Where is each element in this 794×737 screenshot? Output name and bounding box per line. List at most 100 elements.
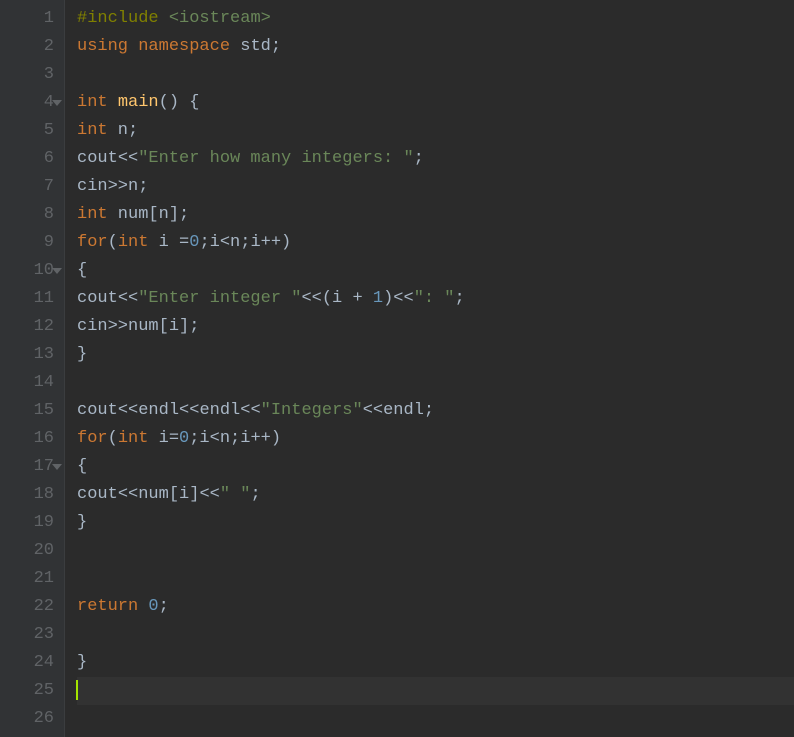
line-number-gutter[interactable]: 1234567891011121314151617181920212223242… <box>0 0 65 737</box>
line-number[interactable]: 21 <box>5 565 54 593</box>
code-token <box>230 37 240 56</box>
code-line[interactable]: cin>>num[i]; <box>77 313 794 341</box>
code-token: int <box>77 205 108 224</box>
code-line[interactable] <box>77 621 794 649</box>
fold-marker-icon[interactable] <box>52 268 62 274</box>
code-token: int <box>118 429 149 448</box>
line-number[interactable]: 8 <box>5 201 54 229</box>
code-token: << <box>179 401 199 420</box>
code-token: num[i]; <box>128 317 199 336</box>
code-line[interactable] <box>77 677 794 705</box>
code-token: cout <box>77 485 118 504</box>
code-line[interactable]: cout<<"Enter integer "<<(i + 1)<<": "; <box>77 285 794 313</box>
line-number[interactable]: 5 <box>5 117 54 145</box>
code-token: using <box>77 37 128 56</box>
code-token: << <box>199 485 219 504</box>
code-line[interactable] <box>77 61 794 89</box>
code-line[interactable] <box>77 565 794 593</box>
line-number[interactable]: 1 <box>5 5 54 33</box>
code-token: "Enter how many integers: " <box>138 149 413 168</box>
code-line[interactable]: int main() { <box>77 89 794 117</box>
code-token: << <box>118 149 138 168</box>
line-number[interactable]: 25 <box>5 677 54 705</box>
line-number[interactable]: 12 <box>5 313 54 341</box>
code-line[interactable]: cout<<endl<<endl<<"Integers"<<endl; <box>77 397 794 425</box>
code-token: << <box>363 401 383 420</box>
code-token: int <box>77 93 108 112</box>
line-number[interactable]: 4 <box>5 89 54 117</box>
code-token: } <box>77 513 87 532</box>
code-editor[interactable]: #include <iostream>using namespace std;i… <box>65 0 794 737</box>
code-token: #include <box>77 9 159 28</box>
code-token: endl <box>138 401 179 420</box>
fold-marker-icon[interactable] <box>52 100 62 106</box>
code-token: i = <box>148 233 189 252</box>
code-token: <<(i + <box>301 289 372 308</box>
line-number[interactable]: 9 <box>5 229 54 257</box>
line-number[interactable]: 13 <box>5 341 54 369</box>
text-cursor <box>76 680 78 700</box>
code-token: cout <box>77 401 118 420</box>
line-number[interactable]: 17 <box>5 453 54 481</box>
line-number[interactable]: 22 <box>5 593 54 621</box>
line-number[interactable]: 14 <box>5 369 54 397</box>
code-line[interactable]: for(int i =0;i<n;i++) <box>77 229 794 257</box>
code-line[interactable]: cout<<num[i]<<" "; <box>77 481 794 509</box>
code-token: n; <box>128 177 148 196</box>
code-token: 0 <box>148 597 158 616</box>
code-token: num[n]; <box>108 205 190 224</box>
line-number[interactable]: 7 <box>5 173 54 201</box>
line-number[interactable]: 16 <box>5 425 54 453</box>
code-line[interactable] <box>77 705 794 733</box>
code-line[interactable]: for(int i=0;i<n;i++) <box>77 425 794 453</box>
line-number[interactable]: 15 <box>5 397 54 425</box>
line-number[interactable]: 19 <box>5 509 54 537</box>
code-token: std <box>240 37 271 56</box>
code-token: >> <box>108 317 128 336</box>
code-line[interactable]: int n; <box>77 117 794 145</box>
code-token <box>138 597 148 616</box>
code-line[interactable]: cin>>n; <box>77 173 794 201</box>
code-token: endl <box>383 401 424 420</box>
code-line[interactable]: } <box>77 509 794 537</box>
code-line[interactable]: cout<<"Enter how many integers: "; <box>77 145 794 173</box>
code-line[interactable]: { <box>77 453 794 481</box>
code-line[interactable]: } <box>77 341 794 369</box>
code-token: ; <box>159 597 169 616</box>
fold-marker-icon[interactable] <box>52 464 62 470</box>
line-number[interactable]: 20 <box>5 537 54 565</box>
code-line[interactable] <box>77 537 794 565</box>
code-token: cout <box>77 149 118 168</box>
code-line[interactable]: { <box>77 257 794 285</box>
code-line[interactable] <box>77 369 794 397</box>
line-number[interactable]: 6 <box>5 145 54 173</box>
code-token: } <box>77 345 87 364</box>
code-token: cin <box>77 177 108 196</box>
line-number[interactable]: 2 <box>5 33 54 61</box>
code-token: ;i<n;i++) <box>199 233 291 252</box>
code-token: int <box>77 121 108 140</box>
code-token: >> <box>108 177 128 196</box>
code-token: ( <box>108 233 118 252</box>
line-number[interactable]: 26 <box>5 705 54 733</box>
code-token: ; <box>271 37 281 56</box>
line-number[interactable]: 23 <box>5 621 54 649</box>
code-token <box>128 37 138 56</box>
code-line[interactable]: using namespace std; <box>77 33 794 61</box>
code-token: << <box>118 401 138 420</box>
code-token: () { <box>159 93 200 112</box>
code-token: } <box>77 653 87 672</box>
code-token: namespace <box>138 37 230 56</box>
code-line[interactable]: #include <iostream> <box>77 5 794 33</box>
line-number[interactable]: 10 <box>5 257 54 285</box>
code-token: )<< <box>383 289 414 308</box>
line-number[interactable]: 18 <box>5 481 54 509</box>
code-token: << <box>118 485 138 504</box>
code-token: i= <box>148 429 179 448</box>
code-line[interactable]: int num[n]; <box>77 201 794 229</box>
code-line[interactable]: } <box>77 649 794 677</box>
line-number[interactable]: 11 <box>5 285 54 313</box>
line-number[interactable]: 24 <box>5 649 54 677</box>
line-number[interactable]: 3 <box>5 61 54 89</box>
code-line[interactable]: return 0; <box>77 593 794 621</box>
